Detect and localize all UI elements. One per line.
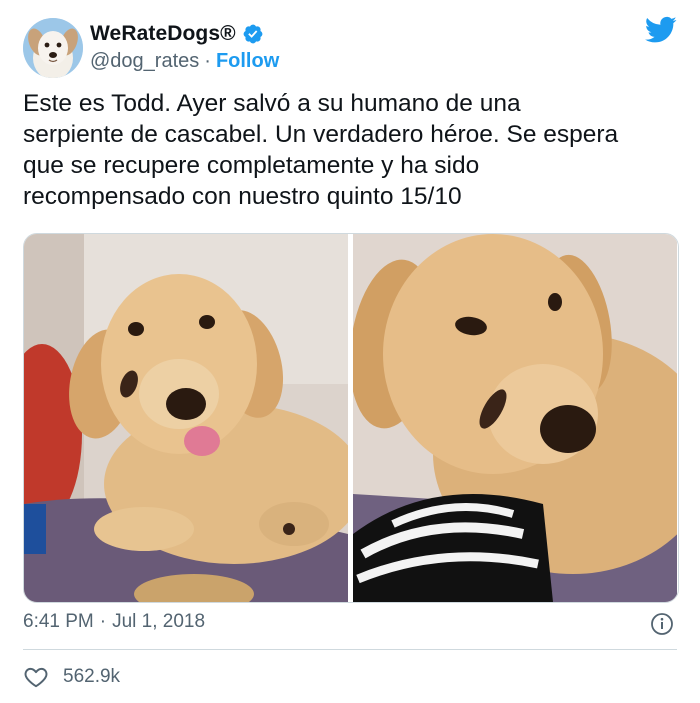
divider xyxy=(23,649,677,650)
tweet-date: Jul 1, 2018 xyxy=(112,611,206,632)
account-name[interactable]: WeRateDogs® xyxy=(90,22,236,46)
info-icon[interactable] xyxy=(650,612,674,636)
follow-button[interactable]: Follow xyxy=(216,50,279,73)
account-name-row: WeRateDogs® xyxy=(90,22,264,46)
handle-row: @dog_rates · Follow xyxy=(90,50,279,73)
like-count: 562.9k xyxy=(63,666,121,687)
tweet-text: Este es Todd. Ayer salvó a su humano de … xyxy=(23,90,619,210)
tweet-timestamp[interactable]: 6:41 PM · Jul 1, 2018 xyxy=(23,611,205,633)
like-button[interactable]: 562.9k xyxy=(23,664,123,690)
avatar[interactable] xyxy=(23,18,83,78)
twitter-bird-icon[interactable] xyxy=(645,16,677,44)
date-separator: · xyxy=(99,611,107,632)
tweet-media xyxy=(23,233,679,603)
tweet-card: WeRateDogs® @dog_rates · Follow Este es … xyxy=(0,0,700,703)
account-handle[interactable]: @dog_rates xyxy=(90,50,199,73)
verified-badge-icon xyxy=(242,23,264,45)
dog-avatar-icon xyxy=(23,18,83,78)
golden-retriever-puppy-photo-1[interactable] xyxy=(24,234,348,602)
golden-retriever-puppy-photo-2[interactable] xyxy=(353,234,677,602)
handle-separator: · xyxy=(204,50,211,72)
tweet-time: 6:41 PM xyxy=(23,611,94,632)
heart-icon xyxy=(23,664,49,690)
